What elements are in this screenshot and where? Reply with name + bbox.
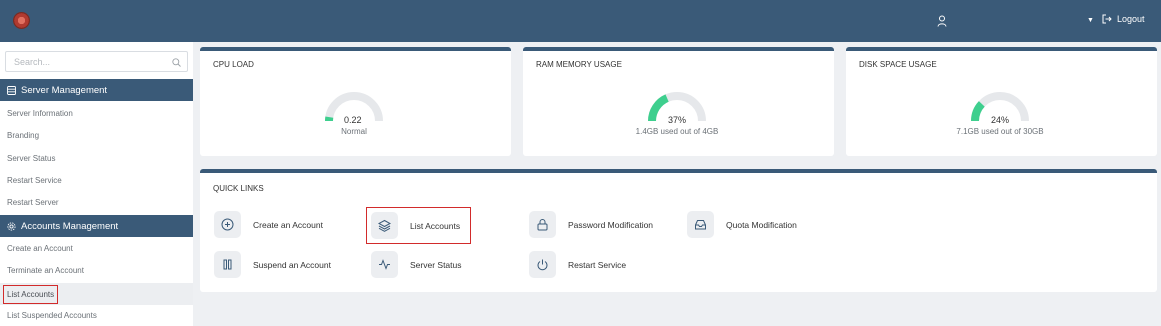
sidebar-item-label: Server Status [7,154,56,163]
search-icon[interactable] [172,58,181,67]
quick-link-label: Suspend an Account [253,259,331,270]
ram-usage-card: RAM MEMORY USAGE 37% 1.4GB used out of 4… [523,47,834,156]
quick-link-server-status[interactable]: Server Status [371,251,462,278]
sidebar-item-list-accounts[interactable]: List Accounts [0,283,193,305]
inbox-icon [695,220,706,230]
logout-label: Logout [1117,14,1145,24]
quick-link-password-modification[interactable]: Password Modification [529,211,653,238]
user-menu-caret-icon[interactable]: ▼ [1087,17,1094,24]
sidebar-item-create-account[interactable]: Create an Account [7,244,73,253]
cpu-load-value: 0.22 [344,115,362,125]
plus-circle-icon [221,218,234,231]
card-title: RAM MEMORY USAGE [536,60,622,69]
quick-links-title: QUICK LINKS [213,184,264,193]
sidebar-item-label: List Suspended Accounts [7,311,97,320]
sidebar-item-branding[interactable]: Branding [7,131,39,140]
power-icon [537,259,548,271]
quick-link-label: Server Status [410,259,462,270]
sidebar-item-label: Restart Server [7,198,59,207]
sidebar-item-restart-service[interactable]: Restart Service [7,176,62,185]
sidebar-item-label: Terminate an Account [7,266,84,275]
brand-logo-icon[interactable] [13,12,30,29]
sidebar-item-label: List Accounts [3,285,59,304]
activity-icon [379,259,390,270]
disk-usage-detail: 7.1GB used out of 30GB [956,127,1044,136]
sidebar-item-restart-server[interactable]: Restart Server [7,198,59,207]
quick-link-suspend-account[interactable]: Suspend an Account [214,251,331,278]
sidebar-item-label: Branding [7,131,40,140]
sidebar-item-label: Restart Service [7,176,62,185]
pause-icon [223,259,232,270]
card-title: CPU LOAD [213,60,254,69]
quick-link-label: Create an Account [253,219,323,230]
sidebar-item-server-status[interactable]: Server Status [7,154,55,163]
sidebar-item-list-suspended-accounts[interactable]: List Suspended Accounts [7,311,97,320]
section-server-management[interactable]: Server Management [0,79,193,101]
sidebar-item-server-information[interactable]: Server Information [7,109,73,118]
sidebar: Server Management Server Information Bra… [0,42,193,326]
section-title: Server Management [21,84,108,96]
lock-icon [537,219,548,231]
cpu-load-card: CPU LOAD 0.22 Normal [200,47,511,156]
top-navbar: ▼ Logout [0,0,1161,42]
quick-link-create-account[interactable]: Create an Account [214,211,323,238]
quick-link-label: Password Modification [568,219,654,230]
sidebar-item-label: Server Information [7,109,73,118]
quick-link-label: Restart Service [568,259,627,270]
cpu-status-text: Normal [341,127,367,136]
search-input[interactable] [5,51,188,72]
disk-usage-card: DISK SPACE USAGE 24% 7.1GB used out of 3… [846,47,1157,156]
quick-link-label: Quota Modification [726,219,797,230]
user-icon[interactable] [937,15,947,27]
quick-link-restart-service[interactable]: Restart Service [529,251,626,278]
ram-usage-detail: 1.4GB used out of 4GB [635,127,719,136]
sidebar-item-label: Create an Account [7,244,73,253]
section-title: Accounts Management [21,220,119,232]
quick-links-card: QUICK LINKS Create an Account List Accou… [200,169,1157,292]
server-icon [7,85,16,95]
gear-icon [7,221,16,231]
sidebar-item-terminate-account[interactable]: Terminate an Account [7,266,84,275]
quick-link-label: List Accounts [410,220,461,231]
quick-link-list-accounts[interactable]: List Accounts [366,207,472,244]
quick-link-quota-modification[interactable]: Quota Modification [687,211,797,238]
ram-usage-value: 37% [668,115,687,125]
card-title: DISK SPACE USAGE [859,60,937,69]
section-accounts-management[interactable]: Accounts Management [0,215,193,237]
layers-icon [378,219,391,232]
logout-button[interactable]: Logout [1102,14,1145,24]
disk-usage-value: 24% [991,115,1010,125]
logout-icon [1102,14,1112,24]
